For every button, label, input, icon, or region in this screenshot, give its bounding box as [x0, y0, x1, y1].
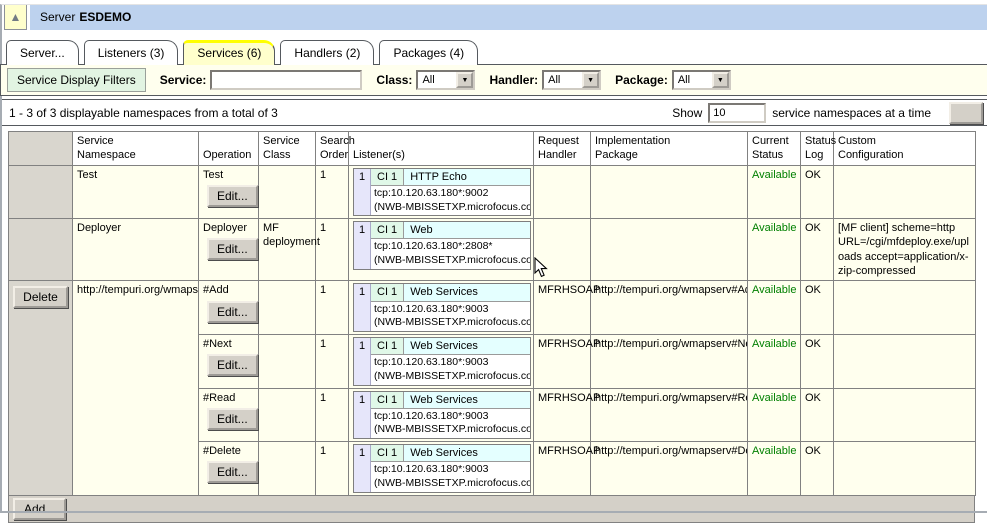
chevron-down-icon[interactable]: ▼ — [712, 72, 729, 88]
mouse-cursor-icon — [534, 257, 548, 278]
class-filter-value: All — [418, 72, 456, 88]
service-filter-input[interactable] — [210, 70, 362, 90]
package-filter-value: All — [674, 72, 712, 88]
service-filter-label: Service: — [160, 73, 207, 87]
tab-handlers-2[interactable]: Handlers (2) — [280, 40, 374, 65]
tab-bar: Server...Listeners (3)Services (6)Handle… — [6, 39, 987, 64]
tab-server[interactable]: Server... — [6, 40, 79, 65]
filter-panel: Service Display Filters Service: Class: … — [0, 64, 987, 96]
package-filter-label: Package: — [615, 73, 668, 87]
tab-listeners-3[interactable]: Listeners (3) — [84, 40, 179, 65]
handler-filter-label: Handler: — [489, 73, 538, 87]
handler-filter-select[interactable]: All ▼ — [542, 70, 601, 90]
class-filter-label: Class: — [376, 73, 412, 87]
chevron-down-icon[interactable]: ▼ — [582, 72, 599, 88]
handler-filter-value: All — [544, 72, 582, 88]
tab-packages-4[interactable]: Packages (4) — [379, 40, 478, 65]
tab-services-6[interactable]: Services (6) — [183, 40, 275, 65]
package-filter-select[interactable]: All ▼ — [672, 70, 731, 90]
chevron-down-icon[interactable]: ▼ — [456, 72, 473, 88]
filter-panel-title: Service Display Filters — [7, 68, 146, 92]
class-filter-select[interactable]: All ▼ — [416, 70, 475, 90]
